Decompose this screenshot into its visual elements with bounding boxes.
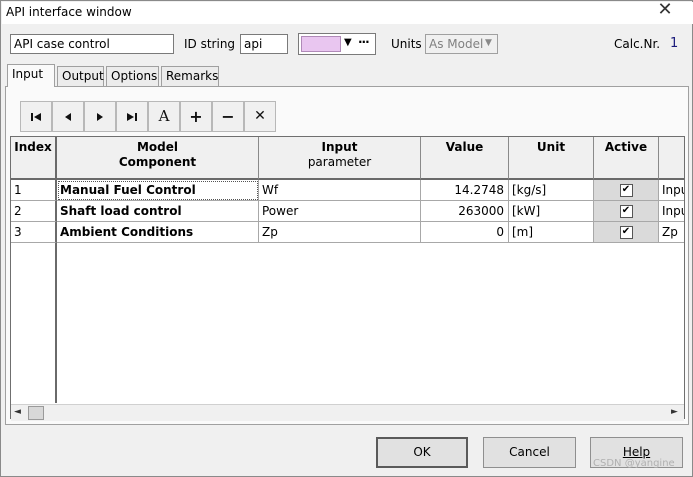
table-cell-unit[interactable]: [kW]: [509, 201, 594, 222]
column-header-index[interactable]: Index: [11, 137, 57, 180]
api-interface-window: API interface window ✕ API case control …: [0, 0, 693, 477]
table-row-index[interactable]: 1: [11, 180, 57, 201]
table-row-index[interactable]: 2: [11, 201, 57, 222]
table-cell-extra[interactable]: Inpu: [659, 180, 684, 201]
column-header-model-component[interactable]: Model Component: [57, 137, 259, 180]
table-cell-value[interactable]: 263000: [421, 201, 509, 222]
units-label: Units: [391, 37, 422, 51]
next-record-icon: [97, 112, 103, 121]
table-cell-extra[interactable]: Zp: [659, 222, 684, 243]
remove-row-button[interactable]: −: [212, 101, 244, 132]
column-header-value[interactable]: Value: [421, 137, 509, 180]
table-cell-active[interactable]: ✔: [594, 180, 659, 201]
column-header-input-parameter[interactable]: Input parameter: [259, 137, 421, 180]
scroll-left-icon[interactable]: ◄: [14, 407, 21, 417]
case-name-field[interactable]: API case control: [10, 34, 174, 54]
active-checkbox[interactable]: ✔: [619, 184, 633, 197]
table-cell-component[interactable]: Manual Fuel Control: [57, 180, 259, 201]
window-title: API interface window: [6, 5, 132, 19]
horizontal-scrollbar[interactable]: ◄ ►: [11, 404, 684, 421]
first-record-icon: [31, 112, 41, 121]
column-header-unit[interactable]: Unit: [509, 137, 594, 180]
record-toolbar: A + − ✕: [18, 100, 279, 133]
units-select[interactable]: As Model ▼: [425, 34, 498, 54]
previous-record-button[interactable]: [52, 101, 84, 132]
title-bar: API interface window ✕: [2, 1, 693, 24]
close-button[interactable]: ✕: [638, 1, 692, 21]
table-cell-active[interactable]: ✔: [594, 222, 659, 243]
delete-x-icon: ✕: [254, 108, 266, 124]
table-cell-component[interactable]: Ambient Conditions: [57, 222, 259, 243]
table-row-index[interactable]: 3: [11, 222, 57, 243]
table-cell-value[interactable]: 0: [421, 222, 509, 243]
scroll-right-icon[interactable]: ►: [671, 407, 678, 417]
font-a-icon: A: [158, 107, 170, 125]
minus-icon: −: [221, 107, 235, 126]
table-cell-component[interactable]: Shaft load control: [57, 201, 259, 222]
close-icon: ✕: [657, 0, 673, 20]
tab-output[interactable]: Output: [57, 66, 104, 86]
last-record-icon: [127, 112, 137, 121]
plus-icon: +: [189, 107, 203, 126]
table-cell-parameter[interactable]: Power: [259, 201, 421, 222]
input-parameter-table[interactable]: Index Model Component Input parameter Va…: [10, 136, 685, 419]
delete-button[interactable]: ✕: [244, 101, 276, 132]
table-cell-extra[interactable]: Inpu: [659, 201, 684, 222]
color-more-button[interactable]: ···: [358, 35, 370, 49]
active-checkbox[interactable]: ✔: [619, 226, 633, 239]
table-cell-active[interactable]: ✔: [594, 201, 659, 222]
index-column-gutter: [11, 243, 57, 403]
font-button[interactable]: A: [148, 101, 180, 132]
table-cell-value[interactable]: 14.2748: [421, 180, 509, 201]
column-header-extra[interactable]: [659, 137, 684, 180]
cancel-button[interactable]: Cancel: [483, 437, 576, 468]
color-picker[interactable]: ▼ ···: [298, 33, 376, 55]
next-record-button[interactable]: [84, 101, 116, 132]
id-string-field[interactable]: api: [240, 34, 288, 54]
calc-nr-value: 1: [670, 36, 679, 51]
chevron-down-icon: ▼: [485, 38, 492, 48]
add-row-button[interactable]: +: [180, 101, 212, 132]
color-swatch: [301, 36, 341, 52]
help-button-label: Help: [622, 445, 651, 459]
active-checkbox[interactable]: ✔: [619, 205, 633, 218]
table-cell-unit[interactable]: [kg/s]: [509, 180, 594, 201]
calc-nr-label: Calc.Nr.: [614, 37, 661, 51]
column-header-active[interactable]: Active: [594, 137, 659, 180]
watermark: CSDN @yangine: [593, 458, 675, 469]
units-select-value: As Model: [429, 37, 484, 51]
table-cell-unit[interactable]: [m]: [509, 222, 594, 243]
table-cell-parameter[interactable]: Zp: [259, 222, 421, 243]
scroll-thumb[interactable]: [28, 406, 44, 420]
id-string-label: ID string: [184, 37, 236, 51]
tab-remarks[interactable]: Remarks: [161, 66, 219, 86]
ok-button[interactable]: OK: [376, 437, 468, 468]
tab-options[interactable]: Options: [106, 66, 159, 86]
table-cell-parameter[interactable]: Wf: [259, 180, 421, 201]
chevron-down-icon[interactable]: ▼: [344, 37, 352, 48]
last-record-button[interactable]: [116, 101, 148, 132]
tab-input[interactable]: Input: [7, 64, 55, 87]
first-record-button[interactable]: [20, 101, 52, 132]
previous-record-icon: [65, 112, 71, 121]
